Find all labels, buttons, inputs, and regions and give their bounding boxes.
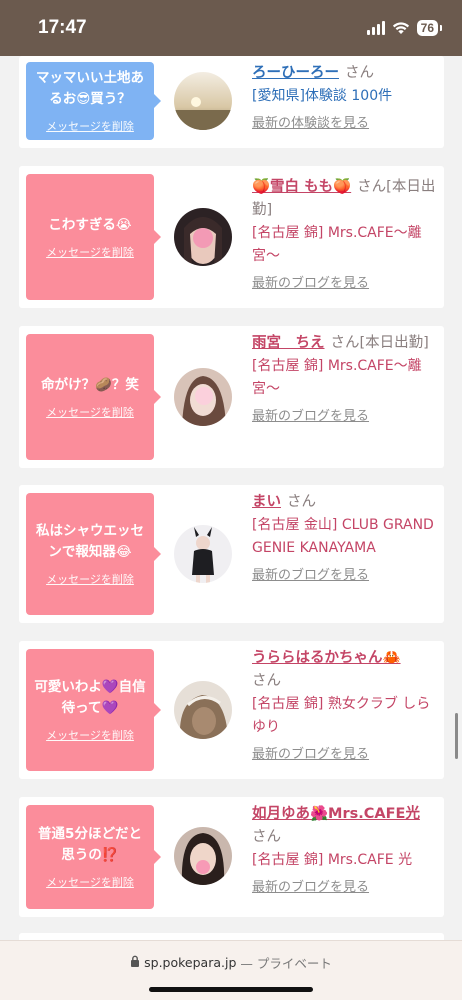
- lock-icon: [130, 955, 140, 970]
- message-text: 普通5分ほどだと思うの⁉️: [38, 826, 142, 863]
- sender-info: うららはるかちゃん🦀 さん [名古屋 錦] 熟女クラブ しらゆり 最新のブログを見…: [252, 647, 442, 765]
- latest-link[interactable]: 最新の体験談を見る: [252, 114, 442, 134]
- honorific: さん: [287, 494, 316, 510]
- avatar[interactable]: [174, 525, 232, 583]
- status-time: 17:47: [38, 17, 87, 38]
- sender-info: 雨宮 ちえ さん[本日出勤] [名古屋 錦] Mrs.CAFE〜離宮〜 最新のブロ…: [252, 332, 442, 427]
- url-text: sp.pokepara.jp: [144, 955, 237, 970]
- latest-blog-link[interactable]: 最新のブログを見る: [252, 407, 442, 427]
- shop-info: [愛知県]体験談 100件: [252, 88, 393, 104]
- delete-message-link[interactable]: メッセージを削除: [46, 404, 134, 420]
- honorific: さん: [252, 829, 281, 845]
- latest-blog-link[interactable]: 最新のブログを見る: [252, 745, 442, 765]
- message-text: 命がけ？🥔？笑: [41, 376, 139, 393]
- sender-info: まい さん [名古屋 金山] CLUB GRAND GENIE KANAYAMA …: [252, 491, 442, 586]
- status-bar: 17:47 76: [0, 0, 462, 56]
- sender-name-link[interactable]: 如月ゆあ🌺Mrs.CAFE光: [252, 806, 420, 822]
- delete-message-link[interactable]: メッセージを削除: [46, 727, 134, 743]
- sender-name-link[interactable]: 雨宮 ちえ: [252, 335, 325, 351]
- shop-info: [名古屋 金山] CLUB GRAND GENIE KANAYAMA: [252, 517, 434, 556]
- sender-info: ろーひーろー さん [愛知県]体験談 100件 最新の体験談を見る: [252, 62, 442, 134]
- honorific: さん: [345, 65, 374, 81]
- latest-blog-link[interactable]: 最新のブログを見る: [252, 566, 442, 586]
- avatar[interactable]: [174, 827, 232, 885]
- browser-address-bar[interactable]: sp.pokepara.jp — プライベート: [0, 940, 462, 1000]
- sender-name-link[interactable]: うららはるかちゃん🦀: [252, 650, 401, 666]
- message-bubble: 私はシャウエッセンで報知器😂 メッセージを削除: [26, 493, 161, 615]
- message-text: 私はシャウエッセンで報知器😂: [36, 523, 144, 560]
- avatar[interactable]: [174, 681, 232, 739]
- sender-name-link[interactable]: まい: [252, 494, 281, 510]
- shop-info: [名古屋 錦] Mrs.CAFE〜離宮〜: [252, 358, 422, 397]
- delete-message-link[interactable]: メッセージを削除: [46, 571, 134, 587]
- message-bubble: 命がけ？🥔？笑 メッセージを削除: [26, 334, 161, 460]
- sender-name-link[interactable]: 🍑雪白 もも🍑: [252, 179, 351, 195]
- cellular-signal-icon: [366, 21, 385, 35]
- avatar[interactable]: [174, 208, 232, 266]
- message-text: マッマいい土地あるお😎買う？: [36, 70, 144, 107]
- sender-name-link[interactable]: ろーひーろー: [252, 65, 339, 81]
- delete-message-link[interactable]: メッセージを削除: [46, 874, 134, 890]
- sender-info: 如月ゆあ🌺Mrs.CAFE光 さん [名古屋 錦] Mrs.CAFE 光 最新のブ…: [252, 803, 442, 898]
- url-display[interactable]: sp.pokepara.jp — プライベート: [0, 953, 462, 972]
- latest-blog-link[interactable]: 最新のブログを見る: [252, 878, 442, 898]
- wifi-icon: [392, 21, 410, 35]
- message-text: 可愛いわよ💜自信待って💜: [34, 679, 146, 716]
- honorific: さん: [252, 673, 281, 689]
- latest-blog-link[interactable]: 最新のブログを見る: [252, 274, 442, 294]
- message-bubble: 普通5分ほどだと思うの⁉️ メッセージを削除: [26, 805, 161, 909]
- message-card: 命がけ？🥔？笑 メッセージを削除 雨宮 ちえ さん[本日出勤] [名古屋 錦] M…: [19, 326, 444, 468]
- message-card: 可愛いわよ💜自信待って💜 メッセージを削除 うららはるかちゃん🦀 さん [名古屋 …: [19, 641, 444, 779]
- message-bubble: 可愛いわよ💜自信待って💜 メッセージを削除: [26, 649, 161, 771]
- message-bubble: マッマいい土地あるお😎買う？ メッセージを削除: [26, 62, 161, 140]
- sender-info: 🍑雪白 もも🍑 さん[本日出勤] [名古屋 錦] Mrs.CAFE〜離宮〜 最新の…: [252, 176, 442, 294]
- status-text: さん[本日出勤]: [330, 335, 429, 351]
- shop-info: [名古屋 錦] Mrs.CAFE〜離宮〜: [252, 225, 422, 264]
- avatar[interactable]: [174, 368, 232, 426]
- scrollbar-thumb[interactable]: [455, 713, 458, 759]
- message-card: 普通5分ほどだと思うの⁉️ メッセージを削除 如月ゆあ🌺Mrs.CAFE光 さん …: [19, 797, 444, 917]
- message-text: こわすぎる😭: [48, 216, 132, 233]
- message-card: マッマいい土地あるお😎買う？ メッセージを削除 ろーひーろー さん [愛知県]体験…: [19, 56, 444, 148]
- message-bubble: こわすぎる😭 メッセージを削除: [26, 174, 161, 300]
- shop-info: [名古屋 錦] Mrs.CAFE 光: [252, 852, 413, 868]
- battery-icon: 76: [416, 20, 443, 36]
- avatar[interactable]: [174, 72, 232, 130]
- status-icons: 76: [366, 20, 443, 36]
- message-card: こわすぎる😭 メッセージを削除 🍑雪白 もも🍑 さん[本日出勤] [名古屋 錦] …: [19, 166, 444, 308]
- private-mode-label: — プライベート: [240, 956, 332, 971]
- delete-message-link[interactable]: メッセージを削除: [46, 118, 134, 134]
- delete-message-link[interactable]: メッセージを削除: [46, 244, 134, 260]
- home-indicator[interactable]: [149, 987, 313, 992]
- message-card: 私はシャウエッセンで報知器😂 メッセージを削除 まい さん [名古屋 金山] CL…: [19, 485, 444, 623]
- shop-info: [名古屋 錦] 熟女クラブ しらゆり: [252, 696, 431, 735]
